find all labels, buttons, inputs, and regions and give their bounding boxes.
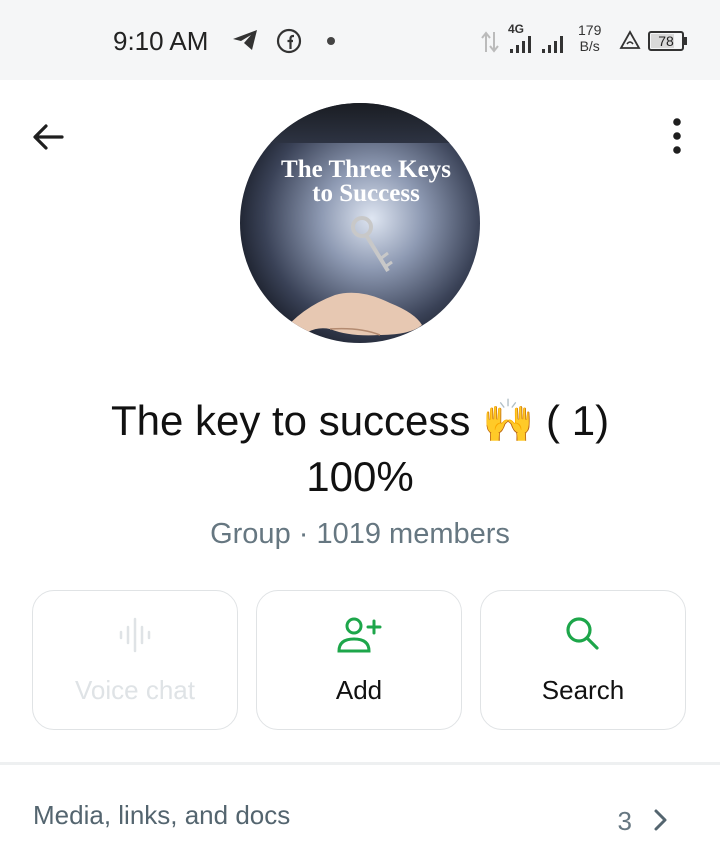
battery-level: 78 <box>658 33 674 49</box>
arrow-left-icon[interactable] <box>28 117 68 157</box>
status-bar: 9:10 AM 4G 179 B/s 78 <box>0 0 720 80</box>
group-name-line2: 100% <box>306 453 414 500</box>
notification-dot <box>327 37 335 45</box>
avatar-text-line2: to Success <box>312 180 420 207</box>
media-label: Media, links, and docs <box>33 800 291 830</box>
add-label: Add <box>335 675 383 705</box>
network-speed: 179 B/s <box>578 22 601 54</box>
search-icon <box>566 617 599 650</box>
search-button[interactable]: Search <box>480 590 686 730</box>
chevron-right-icon <box>654 809 667 831</box>
battery-icon: 78 <box>648 31 684 51</box>
avatar-image: The Three Keys to Success <box>240 103 480 343</box>
group-member-count: Group · 1019 members <box>210 518 510 550</box>
more-vertical-icon[interactable] <box>662 115 692 159</box>
voice-chat-button[interactable]: Voice chat <box>32 590 238 730</box>
telegram-icon <box>233 30 257 50</box>
status-time: 9:10 AM <box>113 26 209 56</box>
speed-unit: B/s <box>579 38 600 54</box>
group-name-line1: The key to success 🙌 ( 1) <box>110 397 610 444</box>
battery-tip <box>684 37 687 45</box>
signal-icon <box>510 36 563 53</box>
avatar-text-line1: The Three Keys <box>281 156 451 183</box>
speed-value: 179 <box>578 22 602 38</box>
add-person-icon <box>337 617 382 653</box>
voice-chat-icon <box>119 617 151 653</box>
media-count: 3 <box>617 806 632 836</box>
group-name: The key to success 🙌 ( 1) 100% <box>0 393 720 505</box>
voice-chat-label: Voice chat <box>75 675 195 705</box>
section-divider <box>0 762 720 765</box>
search-label: Search <box>541 675 625 705</box>
group-avatar[interactable]: The Three Keys to Success <box>240 103 480 343</box>
add-button[interactable]: Add <box>256 590 462 730</box>
alert-icon <box>619 30 641 49</box>
data-arrows-icon <box>481 31 499 53</box>
media-links-docs-row[interactable]: Media, links, and docs 3 <box>0 766 720 864</box>
facebook-icon <box>276 28 302 54</box>
